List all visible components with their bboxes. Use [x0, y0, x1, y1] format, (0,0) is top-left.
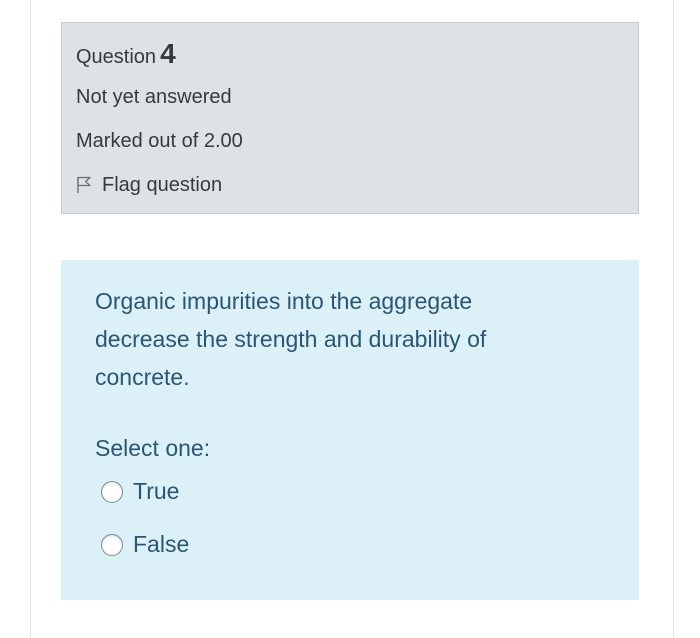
flag-question-label: Flag question — [102, 174, 223, 196]
flag-question-link[interactable]: Flag question — [76, 173, 222, 197]
answer-option-false[interactable]: False — [101, 531, 189, 558]
answer-option-true[interactable]: True — [101, 478, 179, 505]
answer-option-label: True — [133, 478, 180, 504]
question-number: Question 4 — [76, 39, 176, 72]
answer-prompt: Select one: — [95, 435, 211, 461]
question-content-panel: Organic impurities into the aggregate de… — [61, 260, 639, 600]
answer-option-label: False — [133, 531, 190, 557]
radio-button[interactable] — [101, 480, 123, 503]
question-text: Organic impurities into the aggregate de… — [95, 288, 487, 390]
question-info-panel: Question 4 Not yet answered Marked out of… — [61, 22, 639, 214]
question-state: Not yet answered — [76, 86, 232, 108]
question-grade: Marked out of 2.00 — [76, 130, 243, 152]
question-number-value: 4 — [160, 38, 176, 69]
question-label: Question — [76, 46, 157, 68]
flag-icon — [77, 176, 91, 193]
radio-button[interactable] — [101, 533, 123, 556]
quiz-page: Question 4 Not yet answered Marked out of… — [0, 0, 700, 638]
